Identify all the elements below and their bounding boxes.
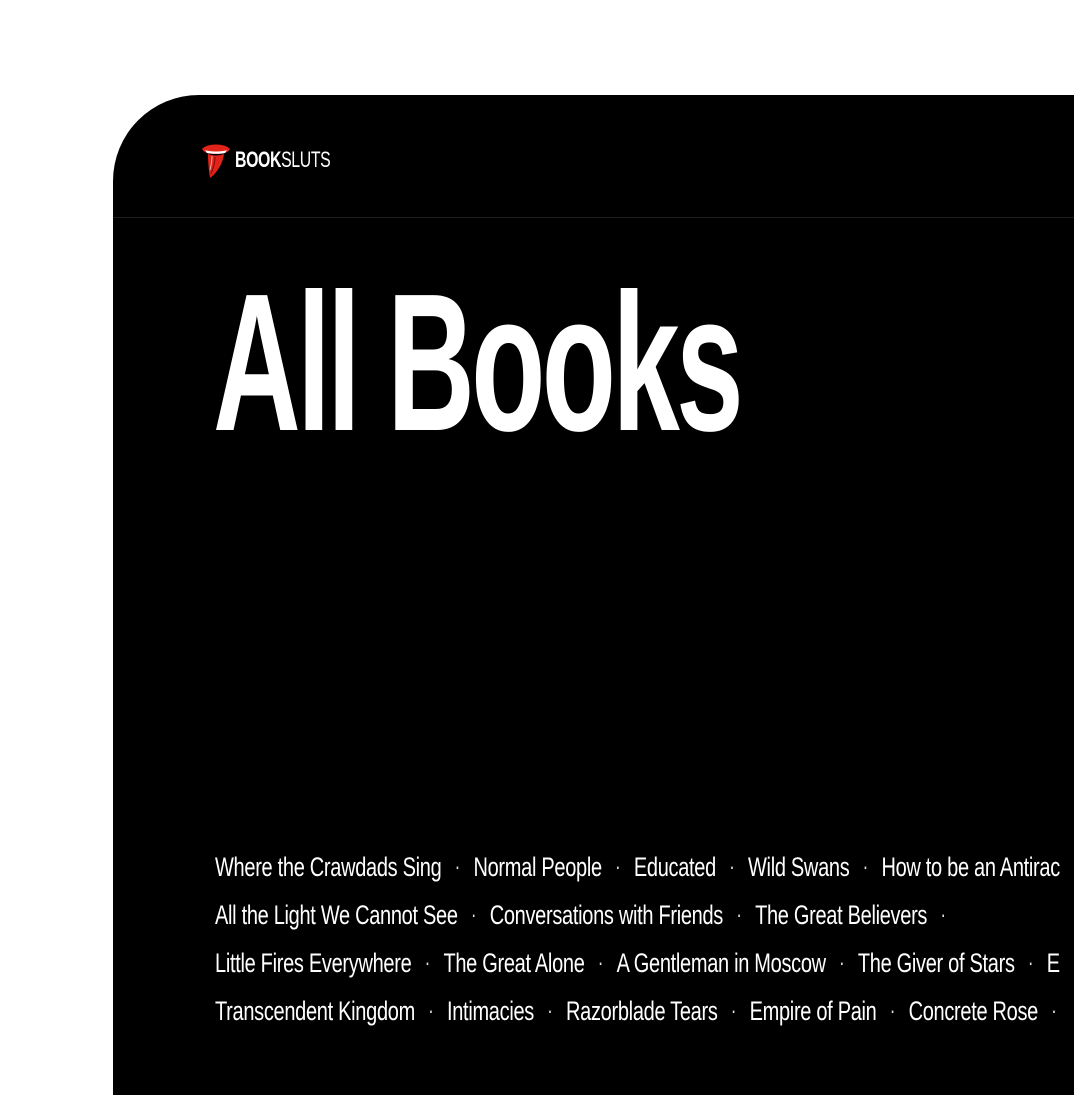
- book-link[interactable]: All the Light We Cannot See: [215, 900, 458, 931]
- separator-dot: ·: [597, 950, 604, 975]
- separator-dot: ·: [454, 854, 461, 879]
- navbar: BOOKSLUTS: [113, 95, 1074, 218]
- book-row: Little Fires Everywhere · The Great Alone ·…: [215, 939, 1074, 987]
- book-link[interactable]: The Great Believers: [755, 900, 927, 931]
- book-row: Where the Crawdads Sing · Normal People · Ed…: [215, 843, 1074, 891]
- separator-dot: ·: [428, 998, 434, 1023]
- book-link[interactable]: Wild Swans: [748, 852, 850, 883]
- book-link[interactable]: Conversations with Friends: [490, 900, 724, 931]
- page-title: All Books: [213, 253, 744, 472]
- separator-dot: ·: [615, 854, 621, 879]
- book-link[interactable]: A Gentleman in Moscow: [617, 948, 827, 979]
- separator-dot: ·: [940, 902, 946, 927]
- app-screen: BOOKSLUTS All Books Where the Crawdads S…: [113, 95, 1074, 1095]
- separator-dot: ·: [729, 854, 735, 879]
- separator-dot: ·: [424, 950, 431, 975]
- book-link[interactable]: Intimacies: [447, 996, 534, 1027]
- brand-name: BOOKSLUTS: [235, 147, 331, 172]
- separator-dot: ·: [547, 998, 553, 1023]
- tongue-logo-icon: [202, 144, 230, 178]
- separator-dot: ·: [730, 998, 737, 1023]
- book-row: Transcendent Kingdom · Intimacies · Razorbla…: [215, 987, 1074, 1035]
- book-link[interactable]: Empire of Pain: [750, 996, 877, 1027]
- book-link[interactable]: Razorblade Tears: [566, 996, 718, 1027]
- book-link[interactable]: The Giver of Stars: [858, 948, 1015, 979]
- book-list: Where the Crawdads Sing · Normal People · Ed…: [215, 843, 1074, 1035]
- book-link[interactable]: Normal People: [473, 852, 602, 883]
- book-link[interactable]: Where the Crawdads Sing: [215, 852, 442, 883]
- brand-name-light: SLUTS: [281, 147, 331, 172]
- separator-dot: ·: [470, 902, 477, 927]
- separator-dot: ·: [1027, 950, 1034, 975]
- book-link[interactable]: Educated: [634, 852, 716, 883]
- book-link[interactable]: How to be an Antirac: [881, 852, 1060, 883]
- book-link[interactable]: E: [1047, 948, 1060, 979]
- separator-dot: ·: [889, 998, 896, 1023]
- book-link[interactable]: Little Fires Everywhere: [215, 948, 412, 979]
- book-link[interactable]: The Great Alone: [443, 948, 584, 979]
- separator-dot: ·: [862, 854, 869, 879]
- brand-logo-link[interactable]: BOOKSLUTS: [199, 141, 367, 179]
- separator-dot: ·: [1051, 998, 1057, 1023]
- book-link[interactable]: Concrete Rose: [909, 996, 1039, 1027]
- separator-dot: ·: [839, 950, 845, 975]
- separator-dot: ·: [736, 902, 742, 927]
- book-link[interactable]: Transcendent Kingdom: [215, 996, 415, 1027]
- book-row: All the Light We Cannot See · Conversation…: [215, 891, 1074, 939]
- brand-name-bold: BOOK: [235, 147, 282, 172]
